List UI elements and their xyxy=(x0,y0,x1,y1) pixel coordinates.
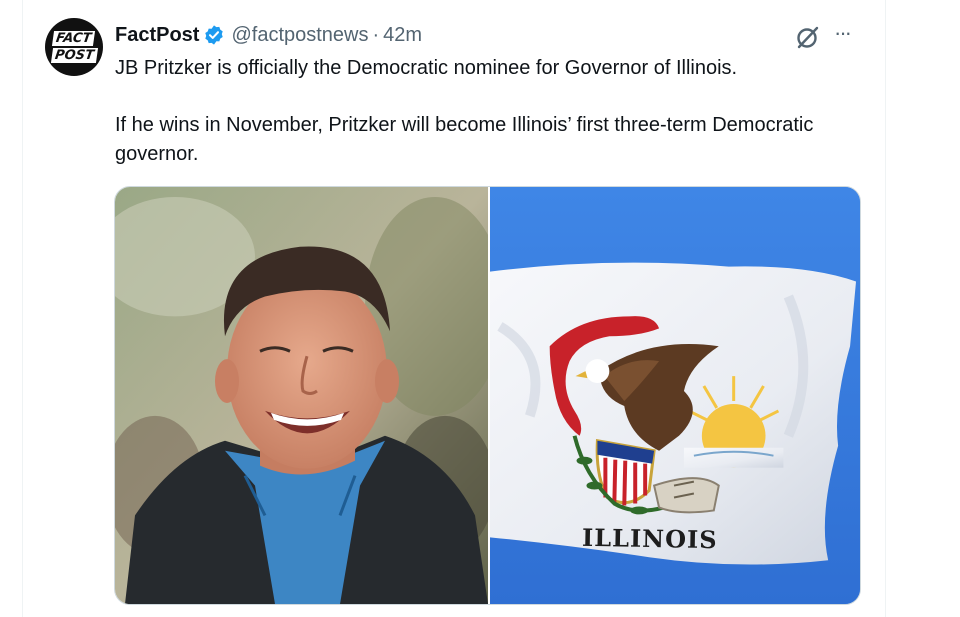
verified-badge-icon xyxy=(203,24,225,46)
separator-dot: · xyxy=(372,23,380,46)
grok-icon[interactable] xyxy=(795,24,821,50)
tweet-text-line2: If he wins in November, Pritzker will be… xyxy=(115,114,814,165)
photo-illinois-flag[interactable]: ILLINOIS xyxy=(490,187,860,604)
avatar-text-line2: POST xyxy=(50,48,98,63)
avatar[interactable]: FACT POST xyxy=(45,18,103,76)
more-options-icon[interactable]: ··· xyxy=(834,22,860,46)
photo-pritzker[interactable] xyxy=(115,187,488,604)
avatar-text-line1: FACT xyxy=(52,31,96,46)
author-handle[interactable]: @factpostnews xyxy=(231,24,368,47)
tweet-text-line1: JB Pritzker is officially the Democratic… xyxy=(115,57,738,79)
author-name[interactable]: FactPost xyxy=(115,24,199,47)
timestamp[interactable]: 42m xyxy=(383,24,422,47)
tweet-header: FactPost @factpostnews · 42m xyxy=(115,22,422,48)
flag-label-illinois: ILLINOIS xyxy=(581,522,718,555)
tweet-media[interactable]: ILLINOIS xyxy=(114,186,861,605)
